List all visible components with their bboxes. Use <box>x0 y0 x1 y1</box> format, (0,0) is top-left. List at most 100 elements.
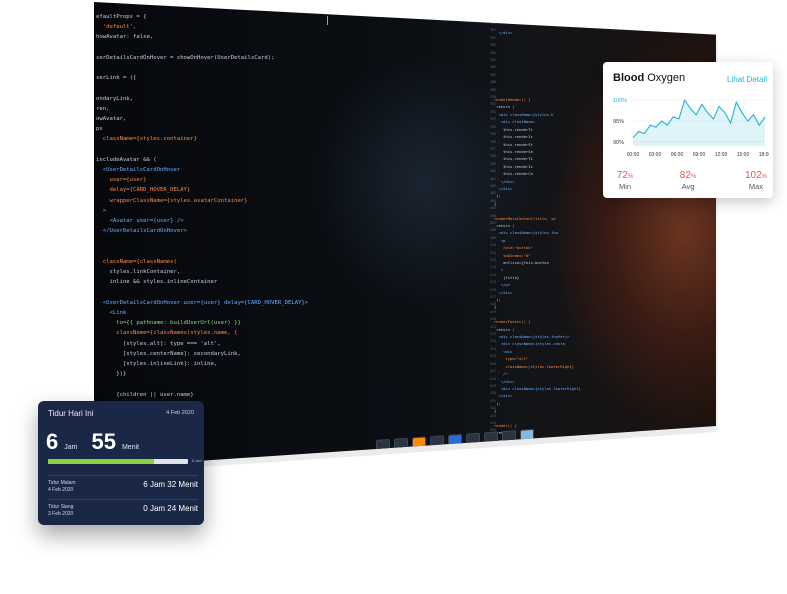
code-line: } <box>494 200 497 206</box>
series-area <box>633 100 765 146</box>
blood-oxygen-chart: 100% 95% 90%00:00 03:00 06:00 09:00 12:00 15:00… <box>613 98 769 158</box>
code-editor-left-pane: efaultProps = { 'default', howAvatar: fal… <box>96 12 376 468</box>
sleep-hours-unit: Jam <box>64 444 78 451</box>
code-line: this.renderTi <box>494 156 533 162</box>
line-number: 439 <box>490 457 497 462</box>
code-line: </p> <box>494 282 511 288</box>
code-line: className={classNames( <box>96 258 177 265</box>
code-line: > <box>494 267 504 273</box>
y-tick-label: 100% <box>613 98 627 104</box>
code-line: <UserDetailsCardOnHover user={user} dela… <box>96 299 309 306</box>
code-line: this.renderFooter()} <box>494 459 549 465</box>
code-line: this.renderHeader()} <box>494 452 549 458</box>
code-line: > <box>96 207 107 214</box>
code-line: this.renderIc <box>494 134 533 140</box>
code-line: renderFooter() { <box>494 319 531 325</box>
sleep-card: Tidur Hari Ini 4 Feb 2020 6 Jam 55 Menit… <box>38 401 204 525</box>
code-line: efaultProps = { <box>96 14 147 20</box>
code-line: } <box>494 408 497 414</box>
code-line: styles.linkContainer, <box>96 269 181 276</box>
code-line: type="alt" <box>494 356 529 362</box>
code-line: ondaryLink, <box>96 95 134 102</box>
code-line: return ( <box>494 104 515 110</box>
code-line: this.renderTi <box>494 126 533 132</box>
detail-link[interactable]: Lihat Detail <box>727 75 767 84</box>
code-line: <div <box>494 348 513 354</box>
code-line: howAvatar: false, <box>96 34 154 41</box>
code-line: } <box>494 304 497 310</box>
code-line: </div> <box>494 178 515 184</box>
code-line: ); <box>494 297 501 303</box>
code-line: user={user} <box>96 177 147 184</box>
code-line: this.renderSe <box>494 148 533 154</box>
code-line: {title} <box>494 274 520 280</box>
code-line: renderHeader() { <box>494 97 531 103</box>
sleep-title: Tidur Hari Ini <box>48 409 94 418</box>
code-line: onClick={this.button <box>494 260 549 265</box>
code-line: </UserDetailsCardOnHover> <box>96 228 187 235</box>
code-line: <div className={styles.foo <box>494 230 559 236</box>
code-line: {children || user.name} <box>96 391 194 398</box>
code-line: /> <box>494 371 508 377</box>
code-line: [styles.alt]: type === 'alt', <box>96 340 221 347</box>
code-line: <div className= <box>494 119 536 125</box>
blood-oxygen-title: Blood Oxygen <box>613 72 686 84</box>
sleep-hours: 6 <box>46 429 59 454</box>
sleep-total: 6 Jam 55 Menit <box>46 429 147 455</box>
x-tick-label: 15:00 <box>737 152 750 158</box>
code-line: serDetailsCardOnHover = showOnHover(User… <box>96 54 275 61</box>
x-tick-label: 12:00 <box>715 152 728 158</box>
code-line: return ( <box>494 222 515 228</box>
code-line: ); <box>494 193 501 199</box>
code-line: </div> <box>494 289 513 295</box>
code-line: ps <box>96 126 103 133</box>
code-line: </div> <box>494 378 515 384</box>
code-line: role="button" <box>494 245 533 251</box>
code-line: className={classNames(styles.name, { <box>96 330 238 337</box>
x-tick-label: 09:00 <box>693 152 706 158</box>
code-line: ); <box>494 400 501 406</box>
sleep-minutes: 55 <box>91 429 116 454</box>
sleep-goal-label: 8 Jam <box>192 459 202 463</box>
code-line: delay={CARD_HOVER_DELAY} <box>96 187 191 194</box>
code-line: return ( <box>494 326 515 332</box>
code-line: serLink = ({ <box>96 75 137 82</box>
code-line: className={styles.container} <box>96 136 198 143</box>
code-line: ren, <box>96 105 110 112</box>
code-line: [styles.centerName]: secondaryLink, <box>96 350 241 357</box>
blood-oxygen-card: Blood Oxygen Lihat Detail 100% 95% 90% 00:0… <box>603 62 773 198</box>
sleep-minutes-unit: Menit <box>121 444 140 451</box>
code-line: })} <box>96 371 127 378</box>
code-line: <div className={styles.conta <box>494 341 565 347</box>
code-line: </div> <box>494 185 513 191</box>
sleep-progress-bar <box>48 459 188 464</box>
code-line: <div className={styles.footerRight} <box>494 385 581 391</box>
code-line: className={styles.footerRight} <box>494 363 575 369</box>
code-line: <p <box>494 237 506 243</box>
code-line: <div className={styles.footer}> <box>494 334 570 340</box>
sleep-row: Tidur Siang 3 Feb 2020 0 Jam 24 Menit <box>48 499 198 520</box>
stat-max: 102% Max <box>744 170 768 191</box>
code-line: this.renderCo <box>494 171 533 177</box>
code-line: renderMainContent(title, se <box>494 215 556 221</box>
code-line: inline && styles.inlineContainer <box>96 279 218 286</box>
code-line: 'default', <box>96 24 137 31</box>
line-number: 440 <box>490 465 497 468</box>
x-tick-label: 06:00 <box>671 152 684 158</box>
code-line: this.renderSt <box>494 141 533 147</box>
